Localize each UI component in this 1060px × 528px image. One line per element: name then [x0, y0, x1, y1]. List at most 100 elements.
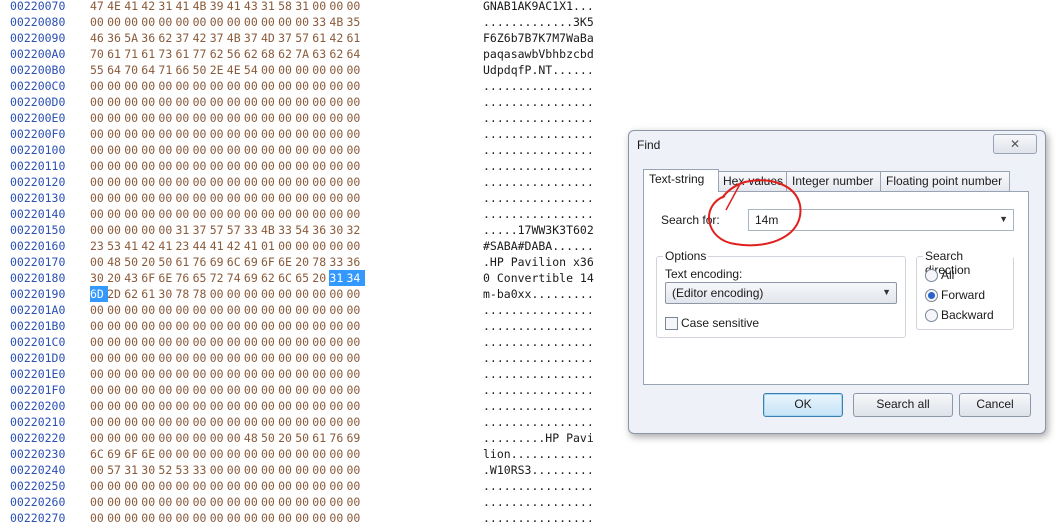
hex-byte[interactable]: 00 — [193, 494, 211, 510]
hex-byte[interactable]: 00 — [261, 462, 279, 478]
hex-byte[interactable]: 00 — [90, 158, 108, 174]
hex-byte[interactable]: 00 — [347, 318, 365, 334]
hex-byte[interactable]: 71 — [158, 62, 176, 78]
hex-byte[interactable]: 00 — [244, 174, 262, 190]
hex-row[interactable]: 002200A0 70 61 71 61 73 61 77 62 56 62 68 62 7A 63 62 64… — [0, 46, 620, 62]
hex-byte[interactable]: 00 — [193, 430, 211, 446]
search-input[interactable]: 14m ▼ — [748, 209, 1014, 231]
hex-byte[interactable]: 00 — [227, 334, 245, 350]
hex-byte[interactable]: 00 — [124, 190, 142, 206]
hex-byte[interactable]: 00 — [90, 414, 108, 430]
hex-byte[interactable]: 00 — [227, 302, 245, 318]
hex-byte[interactable]: 62 — [278, 46, 296, 62]
chevron-down-icon[interactable]: ▼ — [999, 214, 1008, 224]
hex-byte[interactable]: 00 — [141, 94, 159, 110]
hex-byte[interactable]: 00 — [90, 510, 108, 526]
hex-byte[interactable]: 00 — [244, 206, 262, 222]
ascii-column[interactable]: .....17WW3K3T602 — [483, 222, 594, 238]
hex-byte[interactable]: 00 — [141, 350, 159, 366]
hex-byte[interactable]: 00 — [227, 446, 245, 462]
hex-row[interactable]: 002200D0 00 00 00 00 00 00 00 00 00 00 00 00 00 00 00 00… — [0, 94, 620, 110]
hex-byte[interactable]: 00 — [210, 478, 228, 494]
hex-byte[interactable]: 00 — [329, 382, 347, 398]
hex-byte[interactable]: 00 — [329, 158, 347, 174]
hex-byte[interactable]: 00 — [312, 350, 330, 366]
hex-byte[interactable]: 00 — [347, 110, 365, 126]
hex-byte[interactable]: 42 — [227, 238, 245, 254]
hex-byte[interactable]: 00 — [278, 334, 296, 350]
hex-byte[interactable]: 00 — [193, 126, 211, 142]
hex-byte[interactable]: 00 — [295, 286, 313, 302]
hex-byte[interactable]: 00 — [124, 158, 142, 174]
hex-row[interactable]: 002200B0 55 64 70 64 71 66 50 2E 4E 54 00 00 00 00 00 00… — [0, 62, 620, 78]
hex-byte[interactable]: 31 — [329, 270, 348, 286]
hex-byte[interactable]: 00 — [107, 382, 125, 398]
hex-byte[interactable]: 00 — [278, 94, 296, 110]
hex-byte[interactable]: 00 — [278, 510, 296, 526]
hex-byte[interactable]: 00 — [261, 366, 279, 382]
hex-byte[interactable]: 2E — [210, 62, 228, 78]
hex-byte[interactable]: 00 — [158, 142, 176, 158]
hex-byte[interactable]: 00 — [141, 126, 159, 142]
hex-byte[interactable]: 00 — [347, 302, 365, 318]
hex-byte[interactable]: 50 — [158, 254, 176, 270]
hex-byte[interactable]: 00 — [193, 414, 211, 430]
hex-byte[interactable]: 00 — [141, 142, 159, 158]
hex-byte[interactable]: 00 — [210, 350, 228, 366]
hex-byte[interactable]: 00 — [124, 318, 142, 334]
hex-byte[interactable]: 00 — [124, 126, 142, 142]
hex-byte[interactable]: 00 — [193, 398, 211, 414]
hex-byte[interactable]: 46 — [90, 30, 108, 46]
hex-byte[interactable]: 00 — [158, 318, 176, 334]
hex-byte[interactable]: 6C — [227, 254, 245, 270]
hex-byte[interactable]: 00 — [295, 142, 313, 158]
hex-byte[interactable]: 00 — [347, 414, 365, 430]
hex-byte[interactable]: 00 — [193, 142, 211, 158]
hex-byte[interactable]: 00 — [329, 350, 347, 366]
hex-byte[interactable]: 65 — [295, 270, 313, 286]
ascii-column[interactable]: #SABA#DABA...... — [483, 238, 594, 254]
hex-byte[interactable]: 69 — [210, 254, 228, 270]
hex-byte[interactable]: 00 — [312, 238, 330, 254]
hex-byte[interactable]: 70 — [124, 62, 142, 78]
ascii-column[interactable]: ................ — [483, 510, 594, 526]
hex-byte[interactable]: 00 — [158, 350, 176, 366]
hex-byte[interactable]: 00 — [244, 446, 262, 462]
hex-byte[interactable]: 00 — [295, 462, 313, 478]
hex-byte[interactable]: 00 — [295, 94, 313, 110]
hex-byte[interactable]: 00 — [210, 462, 228, 478]
hex-byte[interactable]: 00 — [210, 446, 228, 462]
ascii-column[interactable]: ................ — [483, 366, 594, 382]
hex-byte[interactable]: 61 — [347, 30, 365, 46]
hex-byte[interactable]: 00 — [124, 414, 142, 430]
hex-byte[interactable]: 00 — [347, 78, 365, 94]
hex-byte[interactable]: 00 — [347, 190, 365, 206]
hex-byte[interactable]: 00 — [329, 78, 347, 94]
hex-byte[interactable]: 57 — [107, 462, 125, 478]
hex-byte[interactable]: 00 — [107, 510, 125, 526]
hex-byte[interactable]: 00 — [158, 414, 176, 430]
hex-byte[interactable]: 00 — [107, 334, 125, 350]
hex-byte[interactable]: 00 — [261, 350, 279, 366]
hex-byte[interactable]: 62 — [244, 46, 262, 62]
hex-byte[interactable]: 00 — [295, 14, 313, 30]
hex-byte[interactable]: 00 — [141, 174, 159, 190]
hex-byte[interactable]: 64 — [347, 46, 365, 62]
ascii-column[interactable]: ................ — [483, 110, 594, 126]
hex-byte[interactable]: 00 — [90, 142, 108, 158]
hex-byte[interactable]: 00 — [295, 62, 313, 78]
hex-byte[interactable]: 00 — [176, 14, 194, 30]
hex-byte[interactable]: 00 — [124, 334, 142, 350]
hex-byte[interactable]: 00 — [244, 190, 262, 206]
hex-byte[interactable]: 48 — [107, 254, 125, 270]
hex-byte[interactable]: 00 — [158, 222, 176, 238]
hex-byte[interactable]: 00 — [90, 126, 108, 142]
hex-byte[interactable]: 00 — [124, 206, 142, 222]
hex-byte[interactable]: 50 — [124, 254, 142, 270]
hex-byte[interactable]: 00 — [244, 94, 262, 110]
hex-byte[interactable]: 00 — [295, 110, 313, 126]
hex-byte[interactable]: 00 — [124, 142, 142, 158]
hex-byte[interactable]: 00 — [329, 174, 347, 190]
hex-byte[interactable]: 00 — [90, 206, 108, 222]
hex-row[interactable]: 00220120 00 00 00 00 00 00 00 00 00 00 00 00 00 00 00 00… — [0, 174, 620, 190]
